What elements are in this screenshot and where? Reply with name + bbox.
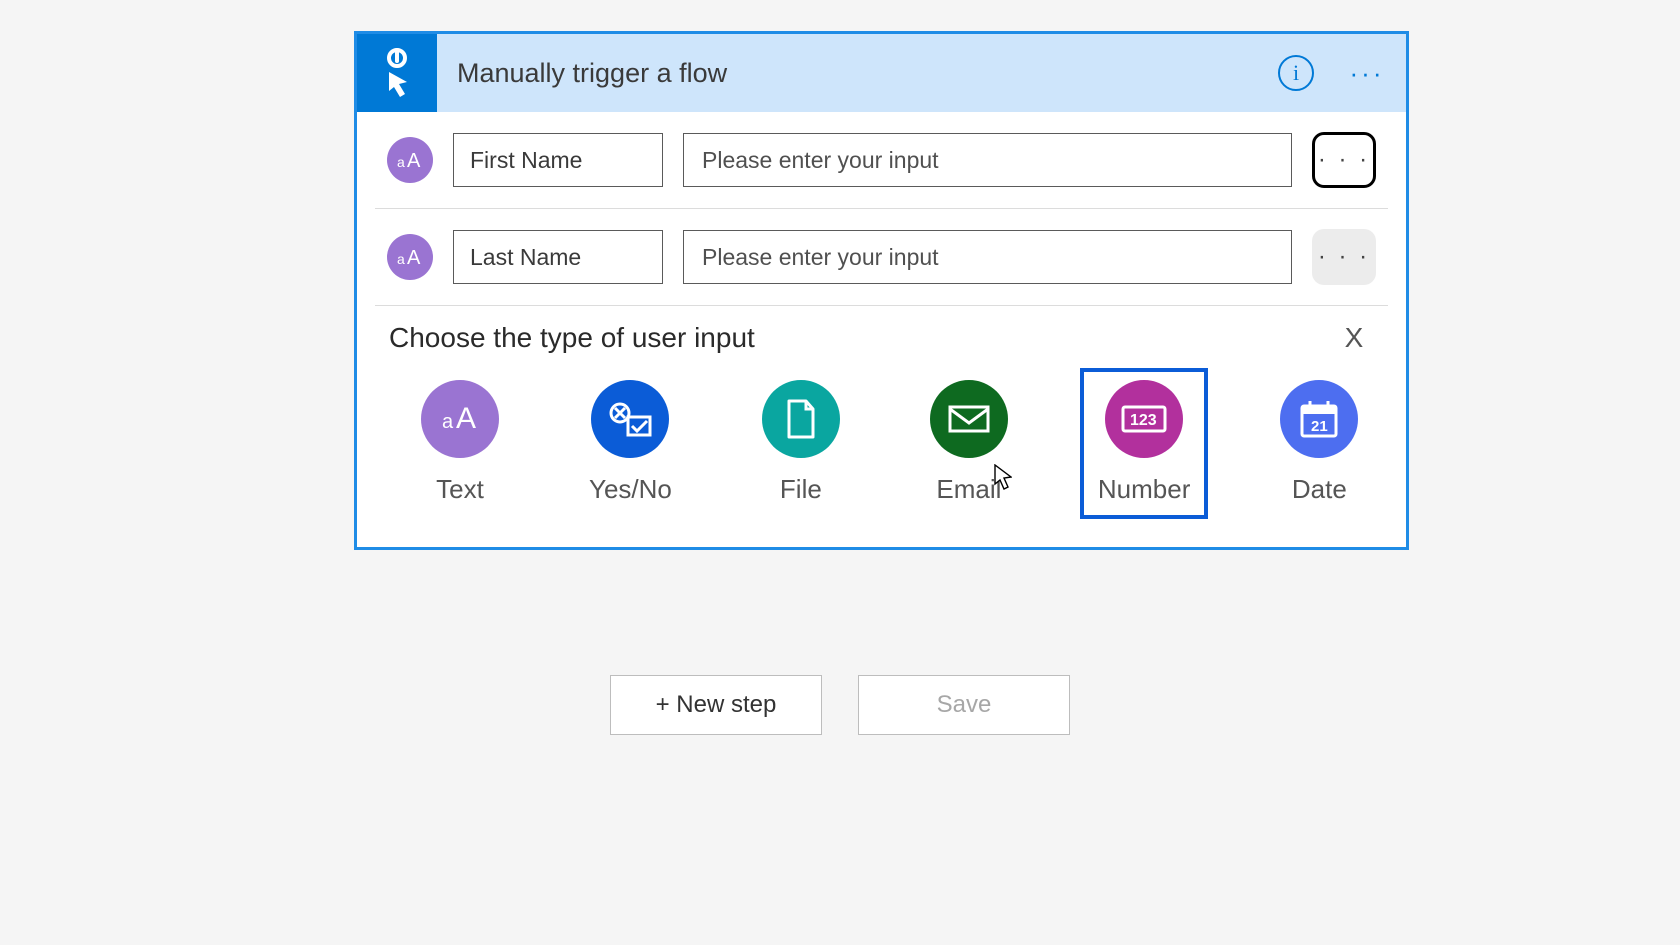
option-file[interactable]: File — [744, 368, 858, 519]
save-button[interactable]: Save — [858, 675, 1070, 735]
input-row-more-button[interactable]: · · · — [1312, 229, 1376, 285]
flow-trigger-icon — [357, 34, 437, 112]
option-label: Date — [1292, 474, 1347, 505]
input-row: aA · · · — [379, 209, 1384, 305]
mouse-cursor-icon — [994, 464, 1012, 490]
card-title: Manually trigger a flow — [437, 58, 1278, 89]
option-label: Email — [936, 474, 1001, 505]
option-label: File — [780, 474, 822, 505]
svg-text:21: 21 — [1311, 418, 1328, 435]
input-row: aA · · · — [379, 112, 1384, 208]
option-label: Number — [1098, 474, 1190, 505]
svg-text:a: a — [442, 411, 454, 433]
input-type-chooser-header: Choose the type of user input X — [379, 306, 1384, 358]
svg-text:a: a — [397, 251, 405, 267]
option-date[interactable]: 21 Date — [1262, 368, 1376, 519]
input-row-more-button[interactable]: · · · — [1312, 132, 1376, 188]
trigger-card: Manually trigger a flow i ··· aA · · · a… — [354, 31, 1409, 550]
svg-text:a: a — [397, 154, 405, 170]
close-icon[interactable]: X — [1334, 322, 1374, 354]
card-more-button[interactable]: ··· — [1342, 53, 1392, 93]
card-body: aA · · · aA · · · Choose the type of use… — [357, 112, 1406, 547]
text-type-icon: aA — [387, 137, 433, 183]
option-yesno[interactable]: Yes/No — [571, 368, 690, 519]
option-label: Yes/No — [589, 474, 672, 505]
svg-text:A: A — [407, 247, 421, 268]
card-header: Manually trigger a flow i ··· — [357, 34, 1406, 112]
number-icon: 123 — [1105, 380, 1183, 458]
yesno-icon — [591, 380, 669, 458]
option-email[interactable]: Email — [912, 368, 1026, 519]
input-value-field[interactable] — [683, 230, 1292, 284]
input-name-field[interactable] — [453, 133, 663, 187]
email-icon — [930, 380, 1008, 458]
option-number[interactable]: 123 Number — [1080, 368, 1208, 519]
file-icon — [762, 380, 840, 458]
svg-text:123: 123 — [1130, 412, 1157, 429]
footer-buttons: + New step Save — [0, 675, 1680, 735]
input-value-field[interactable] — [683, 133, 1292, 187]
option-label: Text — [436, 474, 484, 505]
text-type-icon: aA — [387, 234, 433, 280]
option-text[interactable]: aA Text — [403, 368, 517, 519]
input-name-field[interactable] — [453, 230, 663, 284]
info-icon[interactable]: i — [1278, 55, 1314, 91]
input-type-options: aA Text Yes/No — [379, 358, 1384, 529]
date-icon: 21 — [1280, 380, 1358, 458]
chooser-title: Choose the type of user input — [389, 322, 755, 354]
svg-text:A: A — [407, 150, 421, 171]
text-icon: aA — [421, 380, 499, 458]
svg-text:A: A — [456, 402, 476, 435]
new-step-button[interactable]: + New step — [610, 675, 822, 735]
